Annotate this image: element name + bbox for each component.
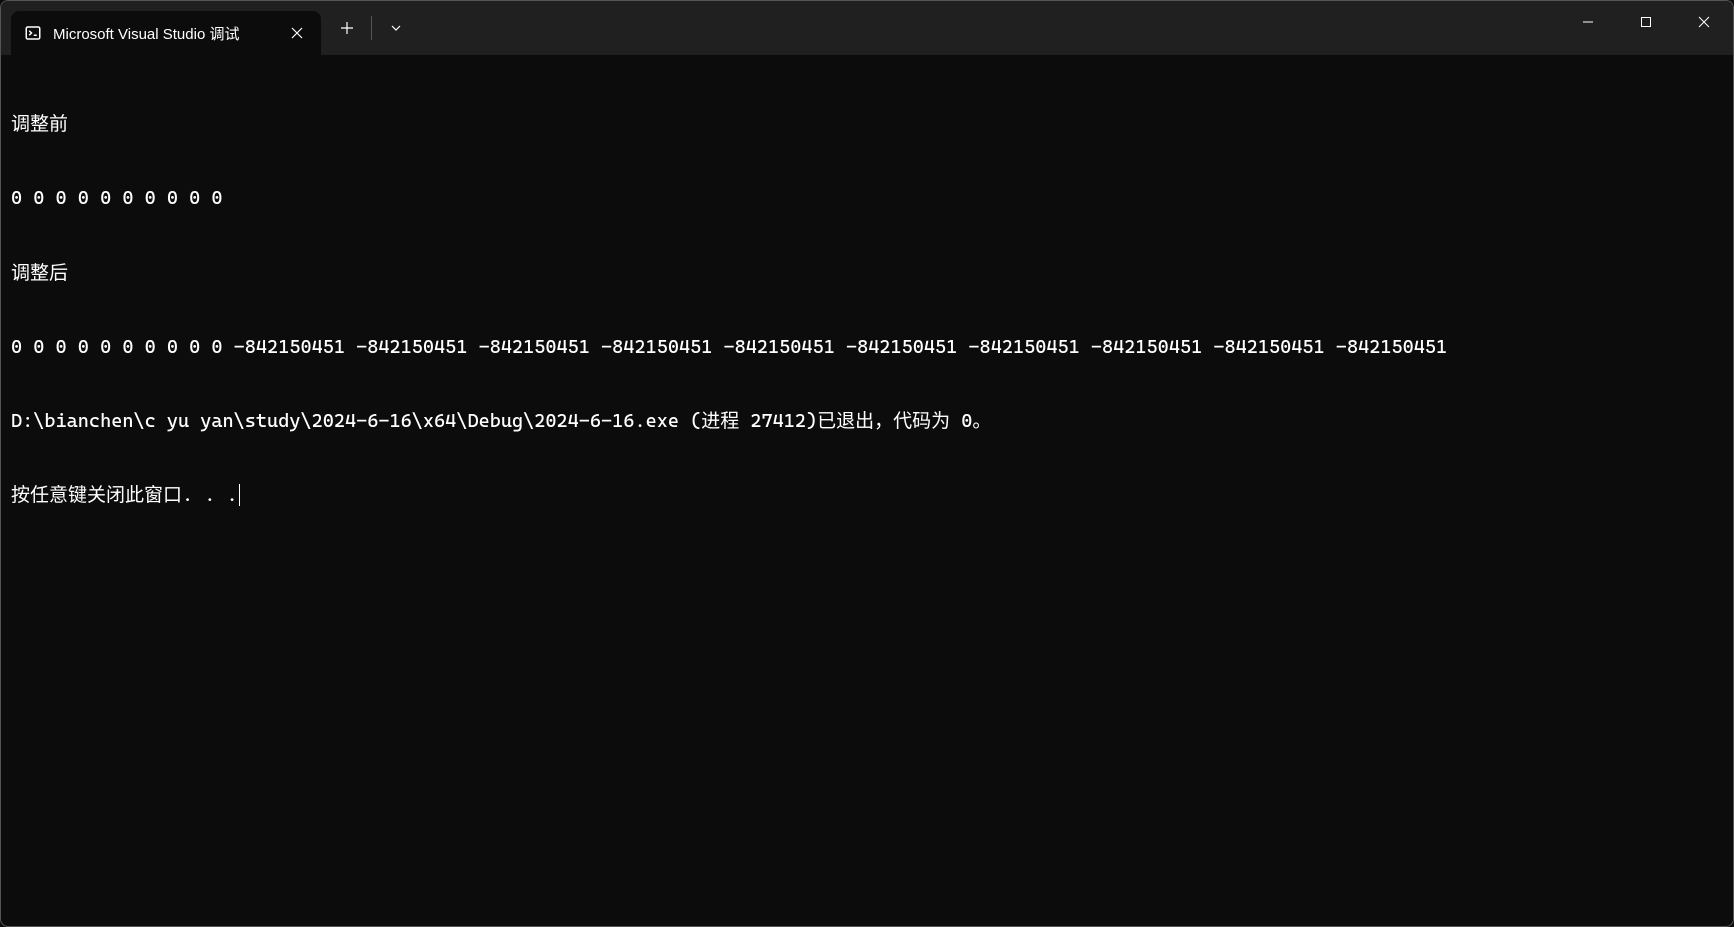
divider: [371, 16, 372, 40]
close-tab-button[interactable]: [285, 21, 309, 45]
minimize-button[interactable]: [1559, 1, 1617, 43]
terminal-icon: [23, 23, 43, 43]
close-window-button[interactable]: [1675, 1, 1733, 43]
tab-dropdown-button[interactable]: [378, 10, 414, 46]
tab-title: Microsoft Visual Studio 调试: [53, 23, 275, 44]
title-actions: [321, 1, 414, 55]
window-controls: [1559, 1, 1733, 55]
cursor: [239, 484, 240, 506]
output-line: 0 0 0 0 0 0 0 0 0 0: [11, 186, 1723, 211]
title-bar: Microsoft Visual Studio 调试: [1, 1, 1733, 55]
active-tab[interactable]: Microsoft Visual Studio 调试: [11, 11, 321, 55]
output-line: 调整后: [11, 261, 1723, 286]
new-tab-button[interactable]: [329, 10, 365, 46]
maximize-button[interactable]: [1617, 1, 1675, 43]
output-line: 调整前: [11, 112, 1723, 137]
output-line: 0 0 0 0 0 0 0 0 0 0 -842150451 -84215045…: [11, 335, 1723, 360]
terminal-content[interactable]: 调整前 0 0 0 0 0 0 0 0 0 0 调整后 0 0 0 0 0 0 …: [1, 55, 1733, 540]
output-prompt: 按任意键关闭此窗口. . .: [11, 483, 1723, 508]
output-line: D:\bianchen\c yu yan\study\2024-6-16\x64…: [11, 409, 1723, 434]
